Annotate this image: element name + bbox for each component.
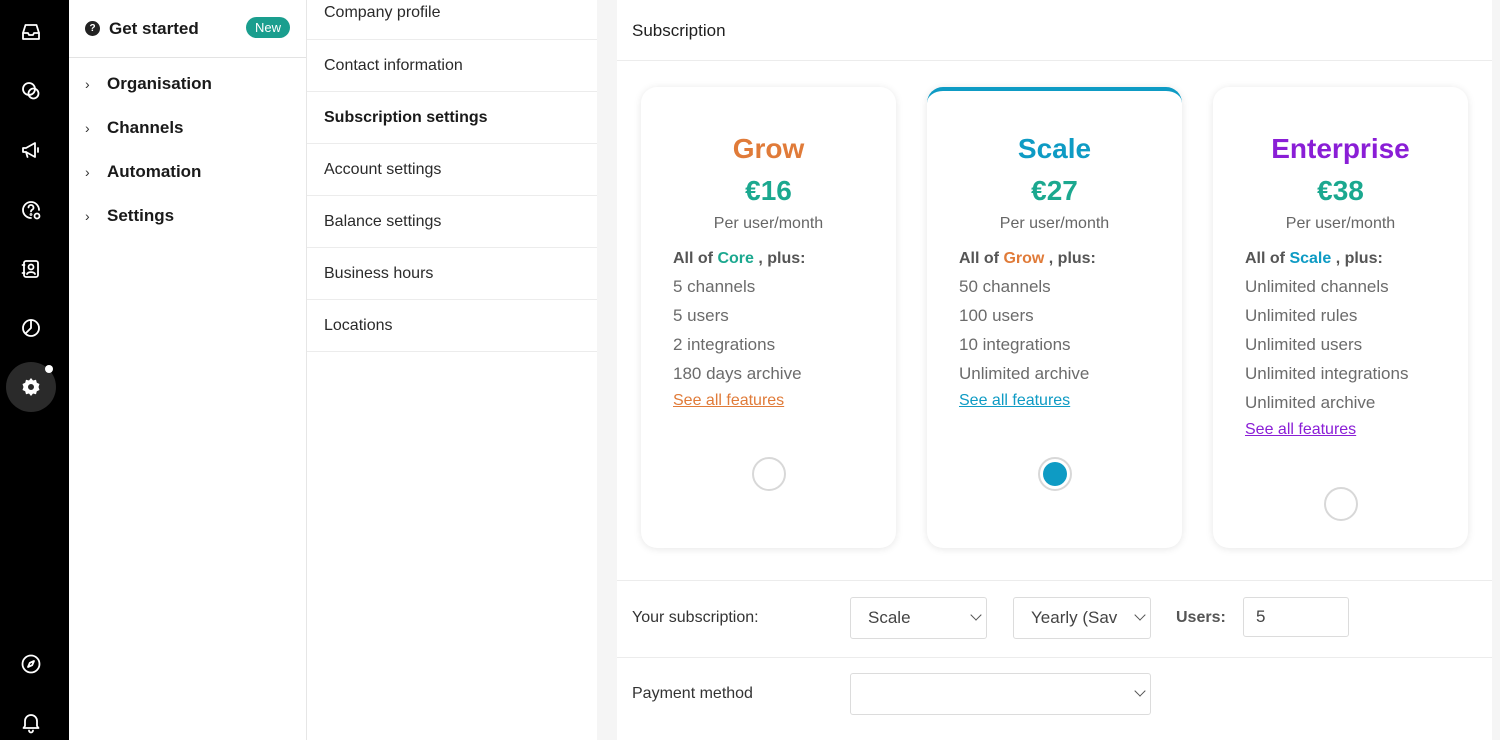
nav-group-label: Organisation xyxy=(107,74,212,93)
feature-item: 100 users xyxy=(959,306,1034,325)
plan-price: €38 xyxy=(1317,175,1364,206)
app-rail xyxy=(0,0,69,740)
nav-group-label: Channels xyxy=(107,118,184,137)
settings-icon[interactable] xyxy=(6,362,56,412)
plan-price: €16 xyxy=(745,175,792,206)
nav-group-label: Automation xyxy=(107,162,202,181)
submenu-item-company-profile[interactable]: Company profile xyxy=(307,0,597,40)
see-all-features-link[interactable]: See all features xyxy=(673,392,784,410)
feature-item: Unlimited channels xyxy=(1245,277,1389,296)
users-label: Users: xyxy=(1176,609,1226,626)
plan-cards: Grow €16 Per user/month All of Core , pl… xyxy=(617,61,1492,581)
plan-select[interactable]: Scale xyxy=(850,597,987,639)
chevron-down-icon xyxy=(970,609,982,621)
chevron-right-icon: › xyxy=(85,120,90,136)
submenu-item-account-settings[interactable]: Account settings xyxy=(307,144,597,196)
plan-radio-scale[interactable] xyxy=(1037,457,1072,491)
help-settings-icon[interactable] xyxy=(9,188,53,232)
chevron-right-icon: › xyxy=(85,208,90,224)
new-badge: New xyxy=(245,17,290,38)
reports-icon[interactable] xyxy=(9,306,53,350)
plan-includes: All of Scale , plus: xyxy=(1245,250,1383,267)
page-title: Subscription xyxy=(617,2,1492,61)
chevron-down-icon xyxy=(1134,685,1146,697)
plan-radio-grow[interactable] xyxy=(751,457,786,491)
billing-period-select[interactable]: Yearly (Sav xyxy=(1013,597,1151,639)
notification-dot xyxy=(45,365,53,373)
plan-card-enterprise[interactable]: Enterprise €38 Per user/month All of Sca… xyxy=(1213,87,1468,548)
plan-radio-enterprise[interactable] xyxy=(1323,487,1358,521)
plan-includes: All of Grow , plus: xyxy=(959,250,1096,267)
plan-card-scale[interactable]: Scale €27 Per user/month All of Grow , p… xyxy=(927,87,1182,548)
submenu-item-balance-settings[interactable]: Balance settings xyxy=(307,196,597,248)
feature-item: 180 days archive xyxy=(673,364,802,383)
feature-item: Unlimited archive xyxy=(1245,393,1376,412)
subscription-label: Your subscription: xyxy=(632,609,759,626)
get-started-label: Get started xyxy=(109,18,199,38)
plan-period: Per user/month xyxy=(1285,215,1396,232)
plan-select-value: Scale xyxy=(868,608,911,627)
bell-icon[interactable] xyxy=(9,700,53,740)
users-input[interactable]: 5 xyxy=(1243,597,1349,637)
plan-name: Enterprise xyxy=(1271,133,1410,164)
contacts-icon[interactable] xyxy=(9,247,53,291)
payment-method-select[interactable] xyxy=(850,673,1151,715)
feature-item: Unlimited users xyxy=(1245,335,1363,354)
feature-item: 5 channels xyxy=(673,277,756,296)
payment-method-label: Payment method xyxy=(632,685,753,702)
see-all-features-link[interactable]: See all features xyxy=(1245,421,1356,439)
plan-name: Grow xyxy=(732,133,805,164)
nav-group-settings[interactable]: › Settings xyxy=(69,194,306,238)
plan-name: Scale xyxy=(1017,133,1092,164)
feature-item: 50 channels xyxy=(959,277,1051,296)
nav-group-label: Settings xyxy=(107,206,175,225)
submenu-item-business-hours[interactable]: Business hours xyxy=(307,248,597,300)
feature-item: 2 integrations xyxy=(673,335,776,354)
chevron-right-icon: › xyxy=(85,164,90,180)
plan-period: Per user/month xyxy=(999,215,1110,232)
subscription-row: Your subscription: Scale Yearly (Sav Use… xyxy=(617,581,1492,658)
plan-card-grow[interactable]: Grow €16 Per user/month All of Core , pl… xyxy=(641,87,896,548)
inbox-icon[interactable] xyxy=(9,10,53,54)
submenu-item-contact-information[interactable]: Contact information xyxy=(307,40,597,92)
nav-group-organisation[interactable]: › Organisation xyxy=(69,62,306,106)
feature-item: 10 integrations xyxy=(959,335,1071,354)
plan-includes: All of Core , plus: xyxy=(673,250,806,267)
chevron-right-icon: › xyxy=(85,76,90,92)
nav-group-automation[interactable]: › Automation xyxy=(69,150,306,194)
compass-icon[interactable] xyxy=(9,642,53,686)
feature-item: Unlimited integrations xyxy=(1245,364,1409,383)
plan-period: Per user/month xyxy=(713,215,824,232)
get-started-item[interactable]: ? Get started New xyxy=(69,0,306,58)
plan-price: €27 xyxy=(1031,175,1078,206)
billing-period-value: Yearly (Sav xyxy=(1031,608,1118,627)
settings-submenu: Company profile Contact information Subs… xyxy=(307,0,597,740)
payment-row: Payment method xyxy=(617,658,1492,735)
nav-group-channels[interactable]: › Channels xyxy=(69,106,306,150)
conversations-icon[interactable] xyxy=(9,69,53,113)
submenu-item-subscription-settings[interactable]: Subscription settings xyxy=(307,92,597,144)
subscription-panel: Subscription Grow €16 Per user/month All… xyxy=(617,0,1492,740)
nav-panel: ? Get started New › Organisation › Chann… xyxy=(69,0,307,740)
megaphone-icon[interactable] xyxy=(9,128,53,172)
feature-item: Unlimited rules xyxy=(1245,306,1358,325)
users-input-value: 5 xyxy=(1256,607,1266,626)
question-icon: ? xyxy=(85,21,100,36)
chevron-down-icon xyxy=(1134,609,1146,621)
submenu-item-locations[interactable]: Locations xyxy=(307,300,597,352)
feature-item: Unlimited archive xyxy=(959,364,1090,383)
see-all-features-link[interactable]: See all features xyxy=(959,392,1070,410)
feature-item: 5 users xyxy=(673,306,729,325)
